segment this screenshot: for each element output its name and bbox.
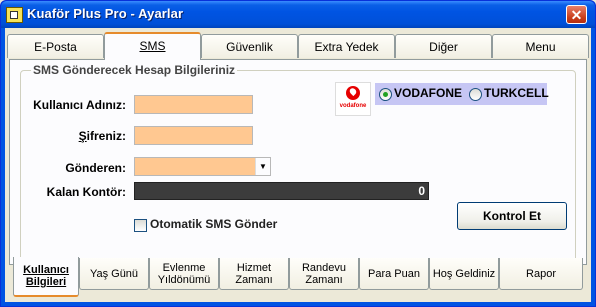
password-label: Şifreniz: — [78, 129, 126, 143]
tab-user-info[interactable]: Kullanıcı Bilgileri — [13, 257, 79, 297]
tab-guvenlik[interactable]: Güvenlik — [201, 34, 298, 58]
radio-turkcell-label[interactable]: TURKCELL — [484, 86, 549, 100]
sms-tab-panel: SMS Gönderecek Hesap Bilgileriniz Kullan… — [9, 59, 587, 265]
auto-send-checkbox[interactable] — [134, 219, 147, 232]
window-title: Kuaför Plus Pro - Ayarlar — [27, 6, 184, 21]
vodafone-logo: vodafone — [335, 82, 371, 116]
top-tab-strip: E-Posta SMS Güvenlik Extra Yedek Diğer M… — [7, 32, 591, 60]
tab-e-posta[interactable]: E-Posta — [7, 34, 104, 58]
tab-diger[interactable]: Diğer — [395, 34, 492, 58]
sender-combo[interactable]: ▼ — [134, 157, 271, 176]
title-bar[interactable]: Kuaför Plus Pro - Ayarlar ✕ — [1, 1, 595, 28]
group-title: SMS Gönderecek Hesap Bilgileriniz — [31, 63, 238, 77]
tab-anniversary[interactable]: Evlenme Yıldönümü — [149, 258, 219, 290]
auto-send-label[interactable]: Otomatik SMS Gönder — [150, 217, 277, 231]
radio-turkcell[interactable] — [469, 88, 482, 101]
sender-label: Gönderen: — [65, 161, 126, 175]
tab-menu[interactable]: Menu — [492, 34, 589, 58]
radio-vodafone[interactable] — [379, 88, 392, 101]
username-label: Kullanıcı Adınız: — [33, 98, 126, 112]
password-field[interactable] — [134, 126, 253, 145]
tab-report[interactable]: Rapor — [499, 258, 583, 290]
check-button[interactable]: Kontrol Et — [457, 202, 567, 230]
tab-appointment-time[interactable]: Randevu Zamanı — [289, 258, 359, 290]
tab-money-points[interactable]: Para Puan — [359, 258, 429, 290]
operator-radio-group: VODAFONE TURKCELL — [375, 83, 549, 105]
tab-welcome[interactable]: Hoş Geldiniz — [429, 258, 499, 290]
tab-birthday[interactable]: Yaş Günü — [79, 258, 149, 290]
tab-service-time[interactable]: Hizmet Zamanı — [219, 258, 289, 290]
close-button[interactable]: ✕ — [566, 5, 587, 24]
radio-vodafone-label[interactable]: VODAFONE — [394, 86, 462, 100]
balance-value: 0 — [134, 182, 429, 200]
settings-window: Kuaför Plus Pro - Ayarlar ✕ E-Posta SMS … — [0, 0, 596, 307]
tab-sms[interactable]: SMS — [104, 32, 201, 60]
tab-extra-yedek[interactable]: Extra Yedek — [298, 34, 395, 58]
window-client-area: E-Posta SMS Güvenlik Extra Yedek Diğer M… — [5, 28, 591, 302]
chevron-down-icon[interactable]: ▼ — [255, 158, 270, 175]
balance-label: Kalan Kontör: — [46, 185, 126, 199]
app-icon — [6, 7, 23, 23]
username-field[interactable] — [134, 95, 253, 114]
bottom-tab-strip: Kullanıcı Bilgileri Yaş Günü Evlenme Yıldö… — [9, 250, 587, 298]
